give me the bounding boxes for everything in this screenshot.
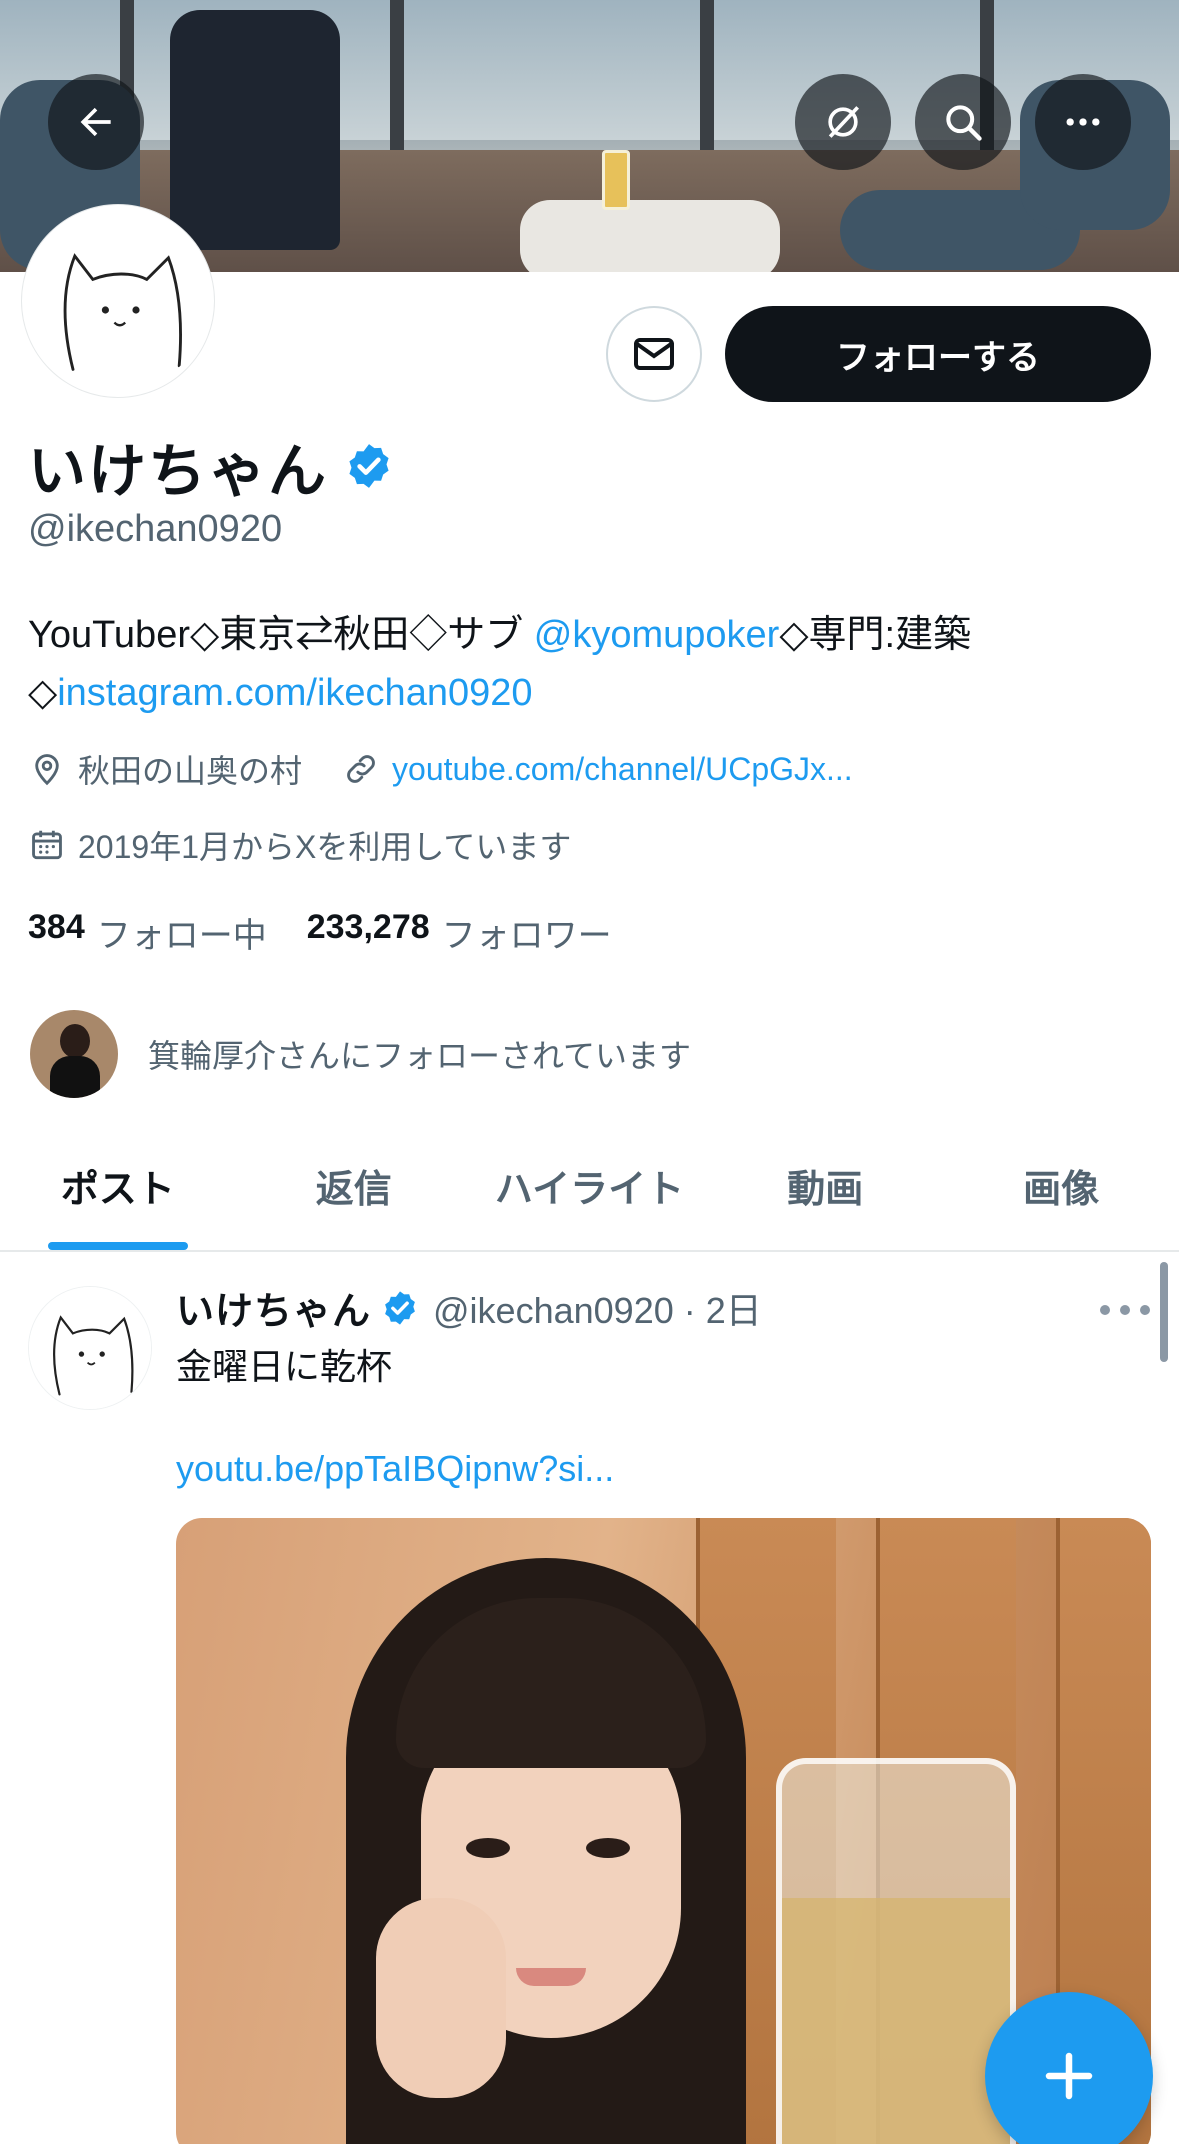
post-link[interactable]: youtu.be/ppTaIBQipnw?si... bbox=[176, 1448, 614, 1490]
join-date-text: 2019年1月からXを利用しています bbox=[78, 829, 572, 865]
website[interactable]: youtube.com/channel/UCpGJx... bbox=[342, 750, 853, 788]
banner-table bbox=[520, 200, 780, 272]
join-date-row: 2019年1月からXを利用しています bbox=[28, 822, 571, 868]
profile-tabs: ポスト 返信 ハイライト 動画 画像 bbox=[0, 1120, 1179, 1252]
tab-replies[interactable]: 返信 bbox=[236, 1120, 472, 1250]
grok-button[interactable] bbox=[795, 74, 891, 170]
website-link[interactable]: youtube.com/channel/UCpGJx... bbox=[392, 751, 853, 788]
link-icon bbox=[347, 755, 375, 783]
post-text: 金曜日に乾杯 bbox=[176, 1346, 393, 1387]
bio-text: YouTuber◇東京⇄秋田◇サブ bbox=[28, 614, 534, 656]
profile-name-row: いけちゃん bbox=[28, 424, 394, 508]
bio-mention-link[interactable]: @kyomupoker bbox=[534, 614, 780, 656]
avatar-detail bbox=[60, 1024, 90, 1058]
arrow-left-icon bbox=[80, 107, 111, 137]
bio-instagram-link[interactable]: instagram.com/ikechan0920 bbox=[57, 672, 532, 714]
location: 秋田の山奥の村 bbox=[28, 746, 302, 792]
media-detail bbox=[466, 1838, 510, 1858]
profile-avatar[interactable] bbox=[22, 205, 214, 397]
media-detail bbox=[782, 1898, 1010, 2144]
following-label[interactable]: フォロー中 bbox=[97, 908, 267, 957]
more-dot-icon bbox=[1140, 1305, 1150, 1315]
scrollbar[interactable] bbox=[1160, 1262, 1168, 1362]
plus-icon bbox=[1045, 2052, 1093, 2100]
verified-badge-icon[interactable] bbox=[344, 441, 394, 491]
more-dot-icon bbox=[1120, 1305, 1130, 1315]
cat-avatar-image bbox=[28, 211, 208, 391]
follower-avatar[interactable] bbox=[30, 1010, 118, 1098]
search-icon bbox=[946, 105, 982, 141]
tab-highlights[interactable]: ハイライト bbox=[472, 1120, 708, 1250]
post-header: いけちゃん @ikechan0920 · 2日 bbox=[176, 1280, 762, 1335]
display-name: いけちゃん bbox=[28, 439, 329, 504]
bio-text: ◇専門:建築 bbox=[779, 614, 972, 656]
more-horizontal-icon bbox=[1066, 118, 1100, 126]
post-author-name[interactable]: いけちゃん bbox=[176, 1280, 371, 1335]
profile-bio: YouTuber◇東京⇄秋田◇サブ @kyomupoker◇専門:建築 ◇ins… bbox=[28, 606, 1148, 722]
banner-person bbox=[170, 10, 340, 250]
location-pin-icon bbox=[35, 754, 59, 786]
cat-avatar-image bbox=[29, 1287, 151, 1409]
media-detail bbox=[376, 1898, 506, 2098]
tab-videos[interactable]: 動画 bbox=[707, 1120, 943, 1250]
search-button[interactable] bbox=[915, 74, 1011, 170]
followers-label[interactable]: フォロワー bbox=[442, 908, 612, 957]
grok-icon bbox=[828, 106, 860, 138]
more-dot-icon bbox=[1100, 1305, 1110, 1315]
post-avatar[interactable] bbox=[28, 1286, 152, 1410]
banner-glass bbox=[602, 150, 630, 210]
calendar-icon bbox=[32, 830, 62, 860]
following-count[interactable]: 384 bbox=[28, 908, 85, 957]
back-button[interactable] bbox=[48, 74, 144, 170]
verified-badge-icon bbox=[385, 1290, 415, 1325]
media-detail bbox=[586, 1838, 630, 1858]
post-handle-time: @ikechan0920 · 2日 bbox=[433, 1289, 762, 1331]
profile-handle: @ikechan0920 bbox=[28, 508, 283, 550]
bio-text: ◇ bbox=[28, 672, 58, 714]
follow-button[interactable]: フォローする bbox=[725, 306, 1151, 402]
more-options-button[interactable] bbox=[1035, 74, 1131, 170]
followed-by-text: 箕輪厚介さんにフォローされています bbox=[148, 1038, 692, 1074]
followers-count[interactable]: 233,278 bbox=[307, 908, 430, 957]
profile-meta-row: 秋田の山奥の村 youtube.com/channel/UCpGJx... bbox=[28, 746, 893, 792]
mail-icon bbox=[634, 338, 674, 370]
post-more-button[interactable] bbox=[1100, 1302, 1150, 1318]
message-button[interactable] bbox=[606, 306, 702, 402]
avatar-detail bbox=[50, 1056, 100, 1098]
location-text: 秋田の山奥の村 bbox=[78, 753, 303, 789]
profile-stats: 384 フォロー中 233,278 フォロワー bbox=[28, 908, 652, 957]
followed-by-row[interactable]: 箕輪厚介さんにフォローされています bbox=[30, 1010, 691, 1098]
tab-posts[interactable]: ポスト bbox=[0, 1120, 236, 1250]
tab-images[interactable]: 画像 bbox=[943, 1120, 1179, 1250]
post-item[interactable]: いけちゃん @ikechan0920 · 2日 金曜日に乾杯 youtu.be/… bbox=[0, 1254, 1179, 2144]
media-detail bbox=[516, 1968, 586, 1986]
